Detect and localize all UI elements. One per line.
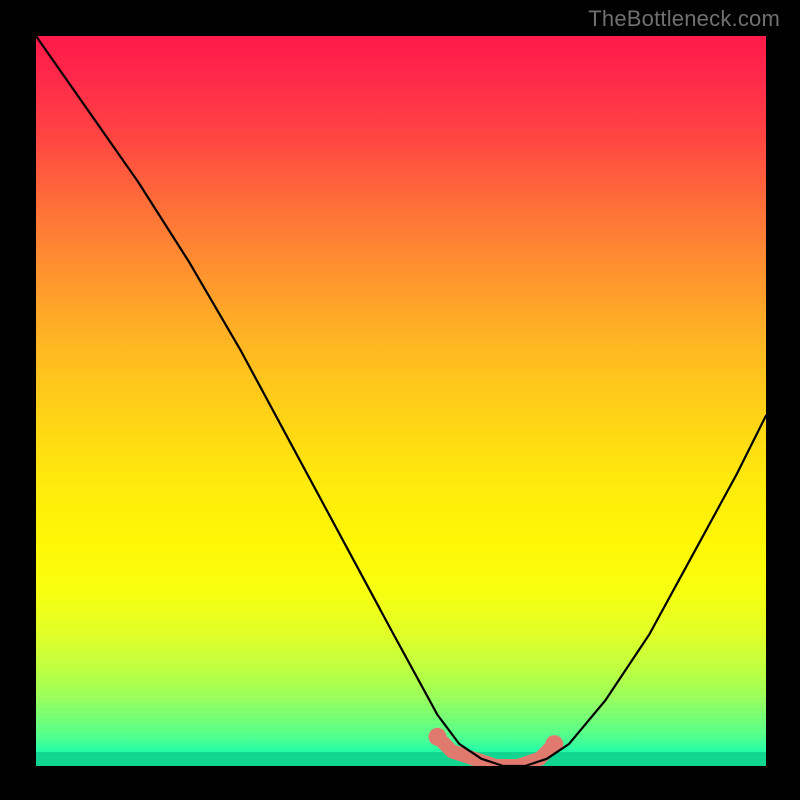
watermark: TheBottleneck.com — [588, 6, 780, 32]
bottleneck-curve — [36, 36, 766, 766]
highlight-dot-left — [429, 728, 447, 746]
chart-frame: TheBottleneck.com — [0, 0, 800, 800]
plot-area — [36, 36, 766, 766]
chart-svg — [36, 36, 766, 766]
